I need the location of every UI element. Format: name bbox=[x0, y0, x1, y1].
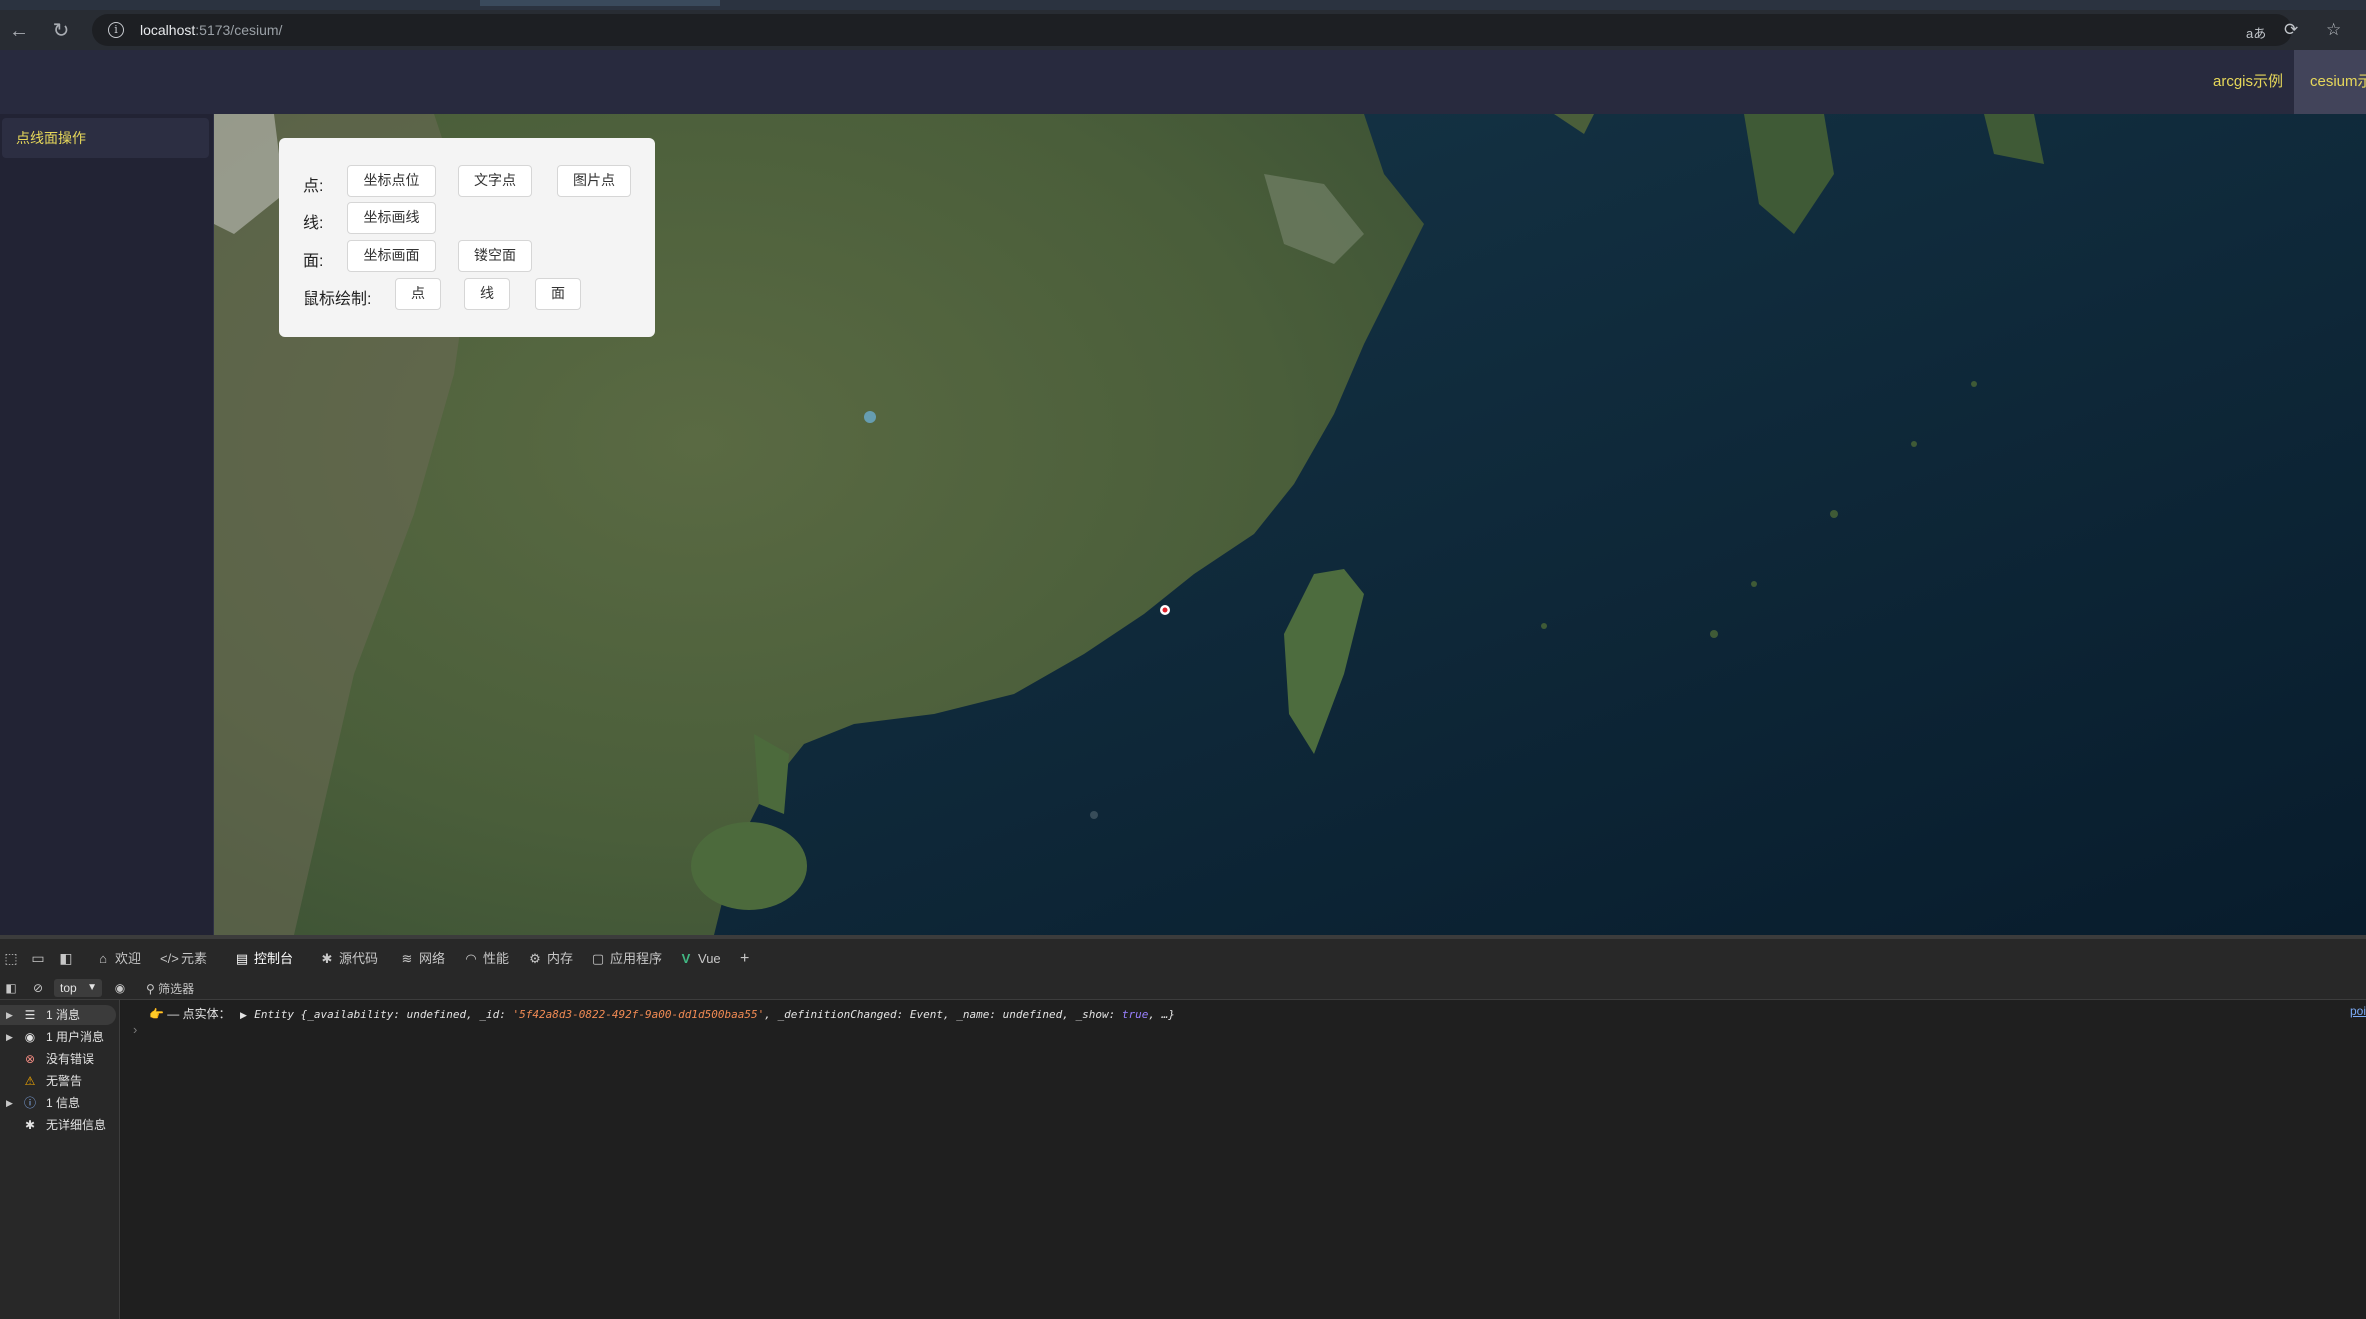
browser-tab-strip bbox=[0, 0, 2366, 10]
eye-icon[interactable]: ◉ bbox=[111, 979, 129, 997]
tab-performance[interactable]: ◠ 性能 bbox=[462, 949, 509, 969]
browser-toolbar: ← ↻ i localhost:5173/cesium/ aあ ⟳ ☆ bbox=[0, 10, 2366, 50]
performance-icon: ◠ bbox=[465, 951, 477, 966]
dock-icon[interactable]: ◧ bbox=[57, 949, 75, 967]
devtools-tabbar: ⬚ ▭ ◧ ⌂ 欢迎 </> 元素 ▤ 控制台 ✱ 源代码 ≋ 网络 ◠ 性能 ⚙ 内存 ▢ 应… bbox=[0, 935, 2366, 979]
console-prompt[interactable]: › bbox=[133, 1022, 137, 1037]
expand-icon: ▶ bbox=[6, 1098, 13, 1108]
error-icon: ⊗ bbox=[24, 1052, 36, 1066]
info-icon: ⓘ bbox=[23, 1096, 36, 1110]
coord-point-button[interactable]: 坐标点位 bbox=[347, 165, 436, 197]
site-info-icon[interactable]: i bbox=[108, 22, 124, 38]
sidebar-verbose[interactable]: ✱ 无详细信息 bbox=[0, 1115, 116, 1135]
mouse-draw-point-button[interactable]: 点 bbox=[395, 278, 441, 310]
app-header: arcgis示例 cesium示例 bbox=[0, 50, 2366, 114]
url-text: localhost:5173/cesium/ bbox=[140, 22, 283, 38]
tab-application[interactable]: ▢ 应用程序 bbox=[589, 949, 662, 969]
log-source-link[interactable]: poi bbox=[2350, 1004, 2366, 1018]
sidebar-warnings[interactable]: ⚠ 无警告 bbox=[0, 1071, 116, 1091]
sidebar-toggle-icon[interactable]: ◧ bbox=[2, 979, 20, 997]
tab-sources[interactable]: ✱ 源代码 bbox=[318, 949, 378, 969]
filter-icon: ⚲ bbox=[146, 982, 159, 996]
add-tab-icon[interactable]: + bbox=[740, 949, 749, 969]
browser-tab[interactable] bbox=[480, 0, 720, 6]
point-row-label: 点: bbox=[303, 178, 324, 195]
tab-memory[interactable]: ⚙ 内存 bbox=[526, 949, 573, 969]
sidebar-info[interactable]: ▶ ⓘ 1 信息 bbox=[0, 1093, 116, 1113]
console-filter-bar: ◧ ⊘ top ▼ ◉ ⚲ 筛选器 bbox=[0, 976, 2366, 1000]
home-icon: ⌂ bbox=[99, 951, 107, 966]
map-point-marker bbox=[864, 411, 876, 423]
bug-icon: ✱ bbox=[24, 1118, 36, 1132]
tab-elements[interactable]: </> 元素 bbox=[160, 949, 207, 969]
user-icon: ◉ bbox=[24, 1030, 36, 1044]
read-aloud-icon[interactable]: aあ bbox=[2246, 23, 2266, 42]
inspect-icon[interactable]: ⬚ bbox=[2, 949, 20, 967]
text-point-button[interactable]: 文字点 bbox=[458, 165, 532, 197]
console-output[interactable]: 👉 — 点实体： ▶ Entity {_availability: undefi… bbox=[121, 1000, 2366, 1319]
tab-console[interactable]: ▤ 控制台 bbox=[233, 949, 293, 969]
address-bar[interactable]: i localhost:5173/cesium/ bbox=[92, 14, 2292, 46]
coord-polygon-button[interactable]: 坐标画面 bbox=[347, 240, 436, 272]
log-prefix: 👉 — 点实体： bbox=[149, 1007, 231, 1021]
favorite-star-icon[interactable]: ☆ bbox=[2326, 20, 2341, 40]
nav-arcgis[interactable]: arcgis示例 bbox=[2197, 50, 2299, 114]
polygon-row-label: 面: bbox=[303, 253, 324, 270]
device-toolbar-icon[interactable]: ▭ bbox=[29, 949, 47, 967]
console-sidebar: ▶ ☰ 1 消息 ▶ ◉ 1 用户消息 ⊗ 没有错误 ⚠ 无警告 ▶ ⓘ 1 信… bbox=[0, 1000, 120, 1319]
tab-welcome[interactable]: ⌂ 欢迎 bbox=[94, 949, 141, 969]
tab-vue[interactable]: V Vue bbox=[677, 949, 721, 969]
back-arrow-icon[interactable]: ← bbox=[6, 18, 32, 44]
refresh-icon[interactable]: ⟳ bbox=[2284, 20, 2298, 40]
application-icon: ▢ bbox=[591, 951, 605, 966]
mouse-draw-polygon-button[interactable]: 面 bbox=[535, 278, 581, 310]
wifi-icon: ≋ bbox=[401, 951, 413, 966]
mouse-draw-label: 鼠标绘制: bbox=[303, 291, 372, 308]
hollow-polygon-button[interactable]: 镂空面 bbox=[458, 240, 532, 272]
console-icon: ▤ bbox=[235, 951, 249, 966]
console-log-entry[interactable]: 👉 — 点实体： ▶ Entity {_availability: undefi… bbox=[149, 1004, 1175, 1024]
app-sidebar: 点线面操作 bbox=[0, 114, 214, 935]
list-icon: ☰ bbox=[24, 1008, 36, 1022]
context-select[interactable]: top ▼ bbox=[54, 979, 102, 997]
memory-icon: ⚙ bbox=[529, 951, 541, 966]
vue-logo-icon: V bbox=[681, 951, 691, 966]
sidebar-errors[interactable]: ⊗ 没有错误 bbox=[0, 1049, 116, 1069]
tab-network[interactable]: ≋ 网络 bbox=[398, 949, 445, 969]
coord-line-button[interactable]: 坐标画线 bbox=[347, 202, 436, 234]
code-icon: </> bbox=[160, 951, 179, 966]
map-point-marker bbox=[1162, 607, 1168, 613]
warning-icon: ⚠ bbox=[24, 1074, 36, 1088]
expand-icon[interactable]: ▶ bbox=[240, 1010, 247, 1020]
expand-icon: ▶ bbox=[6, 1032, 13, 1042]
reload-icon[interactable]: ↻ bbox=[48, 18, 74, 44]
sidebar-user-messages[interactable]: ▶ ◉ 1 用户消息 bbox=[0, 1027, 116, 1047]
filter-input[interactable]: ⚲ 筛选器 bbox=[146, 980, 194, 997]
sidebar-messages[interactable]: ▶ ☰ 1 消息 bbox=[0, 1005, 116, 1025]
clear-console-icon[interactable]: ⊘ bbox=[29, 979, 47, 997]
image-point-button[interactable]: 图片点 bbox=[557, 165, 631, 197]
mouse-draw-line-button[interactable]: 线 bbox=[464, 278, 510, 310]
line-row-label: 线: bbox=[303, 215, 324, 232]
expand-icon: ▶ bbox=[6, 1010, 13, 1020]
log-object[interactable]: Entity {_availability: undefined, _id: '… bbox=[254, 1008, 1175, 1021]
sidebar-item-point-line-polygon[interactable]: 点线面操作 bbox=[2, 118, 209, 158]
nav-cesium[interactable]: cesium示例 bbox=[2294, 50, 2366, 114]
bug-icon: ✱ bbox=[321, 951, 333, 966]
draw-control-panel: 点: 坐标点位 文字点 图片点 线: 坐标画线 面: 坐标画面 镂空面 鼠标绘制… bbox=[279, 138, 655, 337]
